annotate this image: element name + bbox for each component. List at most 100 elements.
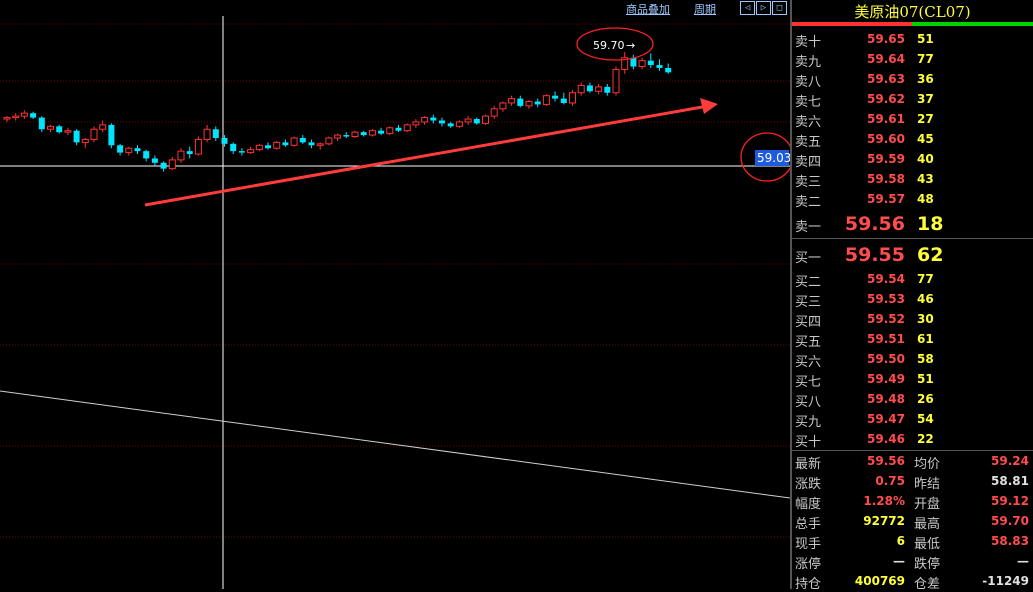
bid-level-row[interactable]: 买八 59.48 26: [792, 389, 1033, 410]
ask-level-price: 59.62: [867, 92, 905, 106]
stat-value: 59.12: [991, 494, 1029, 508]
candle: [194, 136, 202, 156]
candle: [490, 105, 498, 120]
candle-body: [308, 142, 315, 146]
ask-level-price: 59.59: [867, 152, 905, 166]
stats-row: 总手 92772 最高 59.70: [792, 511, 1033, 532]
bid-level-label: 买四: [795, 315, 822, 330]
high-marker-arrow: →: [626, 39, 635, 52]
overlay-link[interactable]: 商品叠加: [626, 1, 670, 17]
ask-level-volume: 27: [917, 112, 934, 126]
bid-level-price: 59.47: [867, 412, 905, 426]
ask-level-volume: 37: [917, 92, 934, 106]
candle: [265, 142, 271, 150]
candle-body: [656, 65, 663, 68]
bid-level-row[interactable]: 买三 59.53 46: [792, 289, 1033, 310]
bid-level-row[interactable]: 买四 59.52 30: [792, 309, 1033, 330]
candle: [30, 111, 37, 120]
ask-level-row[interactable]: 卖四 59.59 40: [792, 149, 1033, 170]
candle: [81, 138, 89, 149]
candle-body: [517, 98, 524, 106]
window-box-button[interactable]: □: [772, 1, 787, 15]
bid-level-row[interactable]: 买六 59.50 58: [792, 349, 1033, 370]
ask-level-row[interactable]: 卖八 59.63 36: [792, 69, 1033, 90]
ask-level-row[interactable]: 卖二 59.57 48: [792, 189, 1033, 210]
bid-level-row[interactable]: 买十 59.46 22: [792, 429, 1033, 450]
candle-body: [108, 124, 115, 146]
candle-body: [586, 85, 593, 92]
ask-level-row[interactable]: 卖六 59.61 27: [792, 109, 1033, 130]
candle: [473, 117, 480, 125]
ask-level-row[interactable]: 卖三 59.58 43: [792, 169, 1033, 190]
candle: [360, 130, 367, 137]
bid-level-volume: 58: [917, 352, 934, 366]
stat-value: 59.70: [991, 514, 1029, 528]
candle: [638, 57, 646, 70]
candle-body: [560, 98, 567, 103]
trend-arrow: [144, 98, 718, 207]
bid-ratio-bar: [792, 22, 912, 26]
candle: [273, 140, 281, 150]
stats-row: 涨跌 0.75 昨结 58.81: [792, 471, 1033, 492]
ask-level-volume: 77: [917, 52, 934, 66]
candle: [20, 110, 28, 120]
bid-level-label: 买七: [795, 375, 822, 390]
candle-body: [665, 67, 672, 73]
candle-body: [325, 137, 333, 145]
candle-body: [421, 117, 429, 123]
bid1-row[interactable]: 买一 59.55 62: [792, 244, 1033, 266]
candle-group: [3, 51, 672, 172]
candle-body: [638, 60, 646, 67]
candlestick-chart[interactable]: 59.70 → 59.03: [0, 0, 790, 589]
ask1-row[interactable]: 卖一 59.56 18: [792, 213, 1033, 235]
cycle-link[interactable]: 周期: [694, 1, 716, 17]
instrument-title[interactable]: 美原油07(CL07): [792, 0, 1033, 22]
bid-level-row[interactable]: 买二 59.54 77: [792, 269, 1033, 290]
candle: [134, 145, 141, 155]
scroll-right-button[interactable]: ▷: [756, 1, 771, 15]
stat-label: 总手: [795, 517, 822, 532]
ask-level-row[interactable]: 卖十 59.65 51: [792, 29, 1033, 50]
candle: [99, 120, 107, 133]
stat-value: 400769: [854, 574, 905, 588]
candle-body: [247, 149, 255, 154]
candle-body: [177, 150, 185, 161]
candle: [47, 124, 54, 133]
candle: [90, 126, 98, 143]
stats-row: 最新 59.56 均价 59.24: [792, 451, 1033, 472]
stat-value: —: [893, 554, 905, 568]
candle-body: [230, 143, 237, 152]
candle: [255, 143, 263, 152]
candle: [221, 135, 228, 147]
bid-level-row[interactable]: 买七 59.49 51: [792, 369, 1033, 390]
stats-row: 持仓 400769 仓差 -11249: [792, 571, 1033, 592]
candle: [647, 53, 654, 68]
bid-level-row[interactable]: 买五 59.51 61: [792, 329, 1033, 350]
candle-body: [20, 112, 28, 117]
candle-body: [351, 131, 359, 138]
candle-body: [194, 138, 202, 155]
ask1-volume: 18: [917, 213, 944, 235]
candle-body: [221, 138, 228, 144]
bid-level-volume: 26: [917, 392, 934, 406]
candle: [412, 119, 420, 128]
ask-level-row[interactable]: 卖七 59.62 37: [792, 89, 1033, 110]
candle-body: [334, 134, 342, 139]
ask-level-label: 卖八: [795, 75, 822, 90]
ask-level-row[interactable]: 卖五 59.60 45: [792, 129, 1033, 150]
ask-level-row[interactable]: 卖九 59.64 77: [792, 49, 1033, 70]
candle-body: [403, 124, 411, 132]
candle: [3, 116, 11, 122]
candle-body: [38, 117, 45, 130]
candle: [455, 120, 463, 128]
bid-level-price: 59.50: [867, 352, 905, 366]
candle-body: [290, 137, 298, 146]
candle: [395, 124, 402, 133]
scroll-left-button[interactable]: ◁: [740, 1, 755, 15]
candle-body: [151, 158, 158, 163]
candle-body: [238, 151, 245, 153]
bid-level-row[interactable]: 买九 59.47 54: [792, 409, 1033, 430]
stat-label: 持仓: [795, 577, 822, 592]
candle: [168, 156, 176, 171]
ask-ratio-bar: [912, 22, 1033, 26]
